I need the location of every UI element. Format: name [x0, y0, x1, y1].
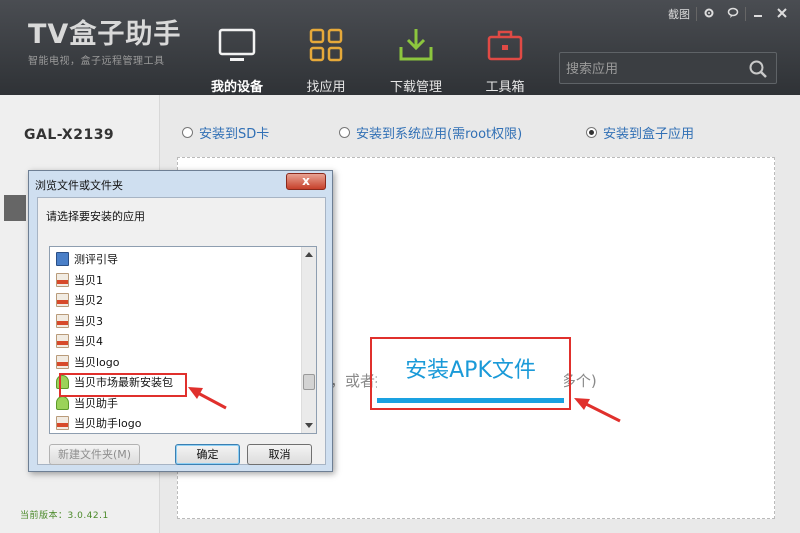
- file-tree-scrollbar[interactable]: [301, 247, 316, 433]
- file-tree: 测评引导 当贝1 当贝2 当贝3 当贝4 当贝logo 当贝市场最新安装包 当贝…: [49, 246, 317, 434]
- file-item-label: 当贝助手logo: [74, 417, 142, 431]
- file-item[interactable]: 当贝3: [56, 311, 173, 332]
- nav-toolbox[interactable]: 工具箱: [465, 25, 545, 95]
- apk-file-icon: [56, 395, 69, 410]
- nav-find-apps[interactable]: 找应用: [286, 25, 366, 95]
- download-tray-icon: [399, 29, 433, 61]
- install-location-options: 安装到SD卡 安装到系统应用(需root权限) 安装到盒子应用: [182, 123, 694, 142]
- nav-label: 工具箱: [485, 80, 525, 95]
- scroll-thumb[interactable]: [303, 374, 315, 390]
- png-file-icon: [56, 354, 69, 369]
- search-icon[interactable]: [748, 59, 768, 79]
- png-file-icon: [56, 416, 69, 431]
- screenshot-button[interactable]: 截图: [662, 4, 696, 24]
- nav-my-devices[interactable]: 我的设备: [197, 25, 277, 95]
- png-file-icon: [56, 334, 69, 349]
- device-name[interactable]: GAL-X2139: [24, 127, 114, 143]
- dialog-title: 浏览文件或文件夹: [35, 179, 123, 192]
- cancel-button[interactable]: 取消: [247, 444, 312, 465]
- radio-install-box-app[interactable]: 安装到盒子应用: [586, 123, 694, 142]
- pointer-arrow-icon: [574, 398, 621, 423]
- search-box: [559, 52, 777, 84]
- nav-download-manager[interactable]: 下载管理: [376, 25, 456, 95]
- png-file-icon: [56, 293, 69, 308]
- radio-indicator: [182, 127, 193, 138]
- file-item-label: 当贝3: [74, 314, 103, 328]
- window-controls: 截图: [662, 4, 794, 24]
- png-file-icon: [56, 313, 69, 328]
- nav-label: 我的设备: [210, 80, 263, 95]
- logo-title: TV盒子助手: [28, 19, 182, 50]
- file-item[interactable]: 当贝助手logo: [56, 413, 173, 433]
- radio-install-system-app[interactable]: 安装到系统应用(需root权限): [339, 123, 586, 142]
- install-apk-button[interactable]: 安装APK文件: [377, 344, 564, 403]
- radio-indicator: [339, 127, 350, 138]
- radio-install-sd-card[interactable]: 安装到SD卡: [182, 123, 339, 142]
- chat-bubble-icon: [727, 7, 739, 18]
- sidebar-selected-marker: [4, 195, 26, 221]
- app-logo: TV盒子助手 智能电视，盒子远程管理工具: [28, 19, 182, 68]
- minimize-button[interactable]: [746, 5, 770, 24]
- nav-label: 下载管理: [389, 80, 442, 95]
- dialog-body: 请选择要安装的应用 测评引导 当贝1 当贝2 当贝3 当贝4 当贝logo 当贝…: [37, 197, 326, 465]
- dialog-prompt: 请选择要安装的应用: [46, 210, 145, 223]
- file-item-highlight-box: [59, 373, 187, 397]
- new-folder-button[interactable]: 新建文件夹(M): [49, 444, 140, 465]
- nav-label: 找应用: [306, 80, 346, 95]
- feedback-button[interactable]: [721, 5, 745, 24]
- minimize-icon: [754, 14, 762, 17]
- gear-icon: [704, 8, 714, 17]
- file-item-label: 当贝logo: [74, 355, 120, 369]
- file-item-label: 当贝1: [74, 273, 103, 287]
- close-icon: [777, 7, 787, 18]
- radio-label: 安装到系统应用(需root权限): [356, 127, 523, 142]
- file-item[interactable]: 当贝1: [56, 270, 173, 291]
- toolbox-icon: [487, 30, 523, 61]
- file-list: 测评引导 当贝1 当贝2 当贝3 当贝4 当贝logo 当贝市场最新安装包 当贝…: [56, 249, 173, 433]
- file-item[interactable]: 当贝2: [56, 290, 173, 311]
- file-item[interactable]: 当贝4: [56, 331, 173, 352]
- dialog-close-button[interactable]: x: [286, 173, 326, 190]
- grid-apps-icon: [309, 28, 343, 62]
- png-file-icon: [56, 272, 69, 287]
- scroll-up-icon[interactable]: [305, 252, 313, 257]
- radio-indicator-selected: [586, 127, 597, 138]
- file-item-label: 测评引导: [74, 253, 118, 267]
- file-item[interactable]: 测评引导: [56, 249, 173, 270]
- file-item[interactable]: 当贝logo: [56, 352, 173, 373]
- exe-file-icon: [56, 252, 69, 267]
- file-item-label: 当贝2: [74, 294, 103, 308]
- version-text: 当前版本：3.0.42.1: [20, 511, 109, 521]
- browse-folder-dialog: 浏览文件或文件夹 x 请选择要安装的应用 测评引导 当贝1 当贝2 当贝3 当贝…: [28, 170, 333, 472]
- file-item-label: 当贝4: [74, 335, 103, 349]
- settings-button[interactable]: [697, 5, 721, 24]
- search-input[interactable]: [566, 59, 736, 79]
- install-button-highlight: 安装APK文件: [370, 337, 571, 410]
- file-item-label: 当贝助手: [74, 396, 118, 410]
- logo-subtitle: 智能电视，盒子远程管理工具: [28, 56, 165, 67]
- scroll-down-icon[interactable]: [305, 423, 313, 428]
- radio-label: 安装到盒子应用: [603, 127, 695, 142]
- radio-label: 安装到SD卡: [199, 127, 270, 142]
- close-button[interactable]: [770, 5, 794, 24]
- top-bar: TV盒子助手 智能电视，盒子远程管理工具 我的设备 找应用 下载管理 工具箱 截…: [0, 0, 800, 95]
- tv-device-icon: [218, 28, 256, 61]
- pointer-arrow-icon: [188, 387, 227, 410]
- ok-button[interactable]: 确定: [175, 444, 240, 465]
